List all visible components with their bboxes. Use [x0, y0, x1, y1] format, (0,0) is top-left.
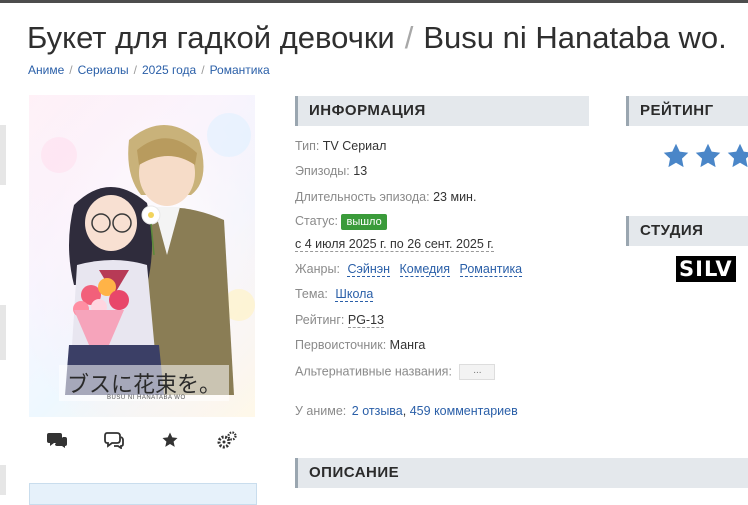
info-genres: Жанры: Сэйнэн Комедия Романтика [295, 262, 523, 277]
status-badge: вышло [341, 214, 387, 230]
rating-star-icon[interactable] [662, 142, 690, 170]
breadcrumb-separator: / [201, 63, 205, 77]
comments-link[interactable]: 459 комментариев [410, 404, 518, 418]
info-label: Статус: [295, 214, 338, 228]
info-alt-names: Альтернативные названия: ... [295, 364, 496, 380]
star-icon[interactable] [158, 429, 182, 451]
poster-logo-subtitle: BUSU NI HANATABA WO [107, 395, 186, 401]
reviews-link[interactable]: 2 отзыва [352, 404, 403, 418]
section-header-rating: РЕЙТИНГ [626, 96, 748, 126]
rating-star-icon[interactable] [726, 142, 748, 170]
breadcrumb-separator: / [69, 63, 73, 77]
airing-dates: с 4 июля 2025 г. по 26 сент. 2025 г. [295, 237, 494, 252]
info-rating: Рейтинг: PG-13 [295, 313, 384, 328]
section-header-description: ОПИСАНИЕ [295, 458, 748, 488]
breadcrumb-series[interactable]: Сериалы [78, 63, 129, 77]
info-label: Первоисточник: [295, 338, 387, 352]
info-dates: с 4 июля 2025 г. по 26 сент. 2025 г. [295, 237, 494, 252]
info-theme: Тема: Школа [295, 287, 374, 302]
info-type: Тип: TV Сериал [295, 139, 386, 153]
title-separator: / [404, 20, 414, 55]
breadcrumb-separator: / [133, 63, 137, 77]
breadcrumb-romance[interactable]: Романтика [210, 63, 270, 77]
stats-separator: , [402, 404, 407, 418]
section-header-info: ИНФОРМАЦИЯ [295, 96, 589, 126]
breadcrumb-anime[interactable]: Аниме [28, 63, 64, 77]
info-value: 23 мин. [433, 190, 477, 204]
info-episodes: Эпизоды: 13 [295, 164, 367, 178]
info-label: Альтернативные названия: [295, 364, 452, 379]
info-label: Длительность эпизода: [295, 190, 430, 204]
poster-actions [29, 428, 255, 452]
rating-star-icon[interactable] [694, 142, 722, 170]
info-label: Тема: [295, 287, 328, 301]
age-rating: PG-13 [347, 313, 384, 328]
info-value: 13 [353, 164, 368, 178]
info-duration: Длительность эпизода: 23 мин. [295, 190, 476, 204]
info-value: TV Сериал [322, 139, 387, 153]
title-russian: Букет для гадкой девочки [27, 20, 395, 55]
comments-icon[interactable] [45, 429, 69, 451]
settings-icon[interactable] [215, 429, 239, 451]
chat-icon[interactable] [102, 429, 126, 451]
genre-link-seinen[interactable]: Сэйнэн [347, 262, 391, 277]
info-value: Манга [389, 338, 426, 352]
breadcrumb: Аниме / Сериалы / 2025 года / Романтика [28, 63, 270, 77]
left-edge-strip [0, 305, 6, 360]
info-label: У аниме: [295, 404, 347, 418]
top-bar [0, 0, 748, 3]
genre-link-comedy[interactable]: Комедия [399, 262, 451, 277]
studio-logo[interactable]: SILV [676, 256, 736, 282]
left-edge-strip [0, 125, 6, 185]
alt-names-expand-button[interactable]: ... [459, 364, 496, 380]
rating-stars[interactable] [662, 142, 748, 170]
page-title: Букет для гадкой девочки / Busu ni Hanatab… [27, 20, 727, 56]
info-status: Статус: вышло [295, 214, 387, 230]
info-anime-stats: У аниме: 2 отзыва, 459 комментариев [295, 404, 518, 418]
theme-link[interactable]: Школа [335, 287, 374, 302]
sidebar-card [29, 483, 257, 505]
genre-link-romance[interactable]: Романтика [459, 262, 523, 277]
info-label: Жанры: [295, 262, 340, 276]
section-header-studio: СТУДИЯ [626, 216, 748, 246]
breadcrumb-year[interactable]: 2025 года [142, 63, 196, 77]
left-edge-strip [0, 465, 6, 495]
info-source: Первоисточник: Манга [295, 338, 425, 352]
info-label: Тип: [295, 139, 320, 153]
info-label: Эпизоды: [295, 164, 350, 178]
title-japanese: Busu ni Hanataba wo. [423, 20, 727, 55]
info-label: Рейтинг: [295, 313, 345, 327]
anime-poster[interactable]: ブスに花束を。 BUSU NI HANATABA WO [29, 95, 255, 417]
